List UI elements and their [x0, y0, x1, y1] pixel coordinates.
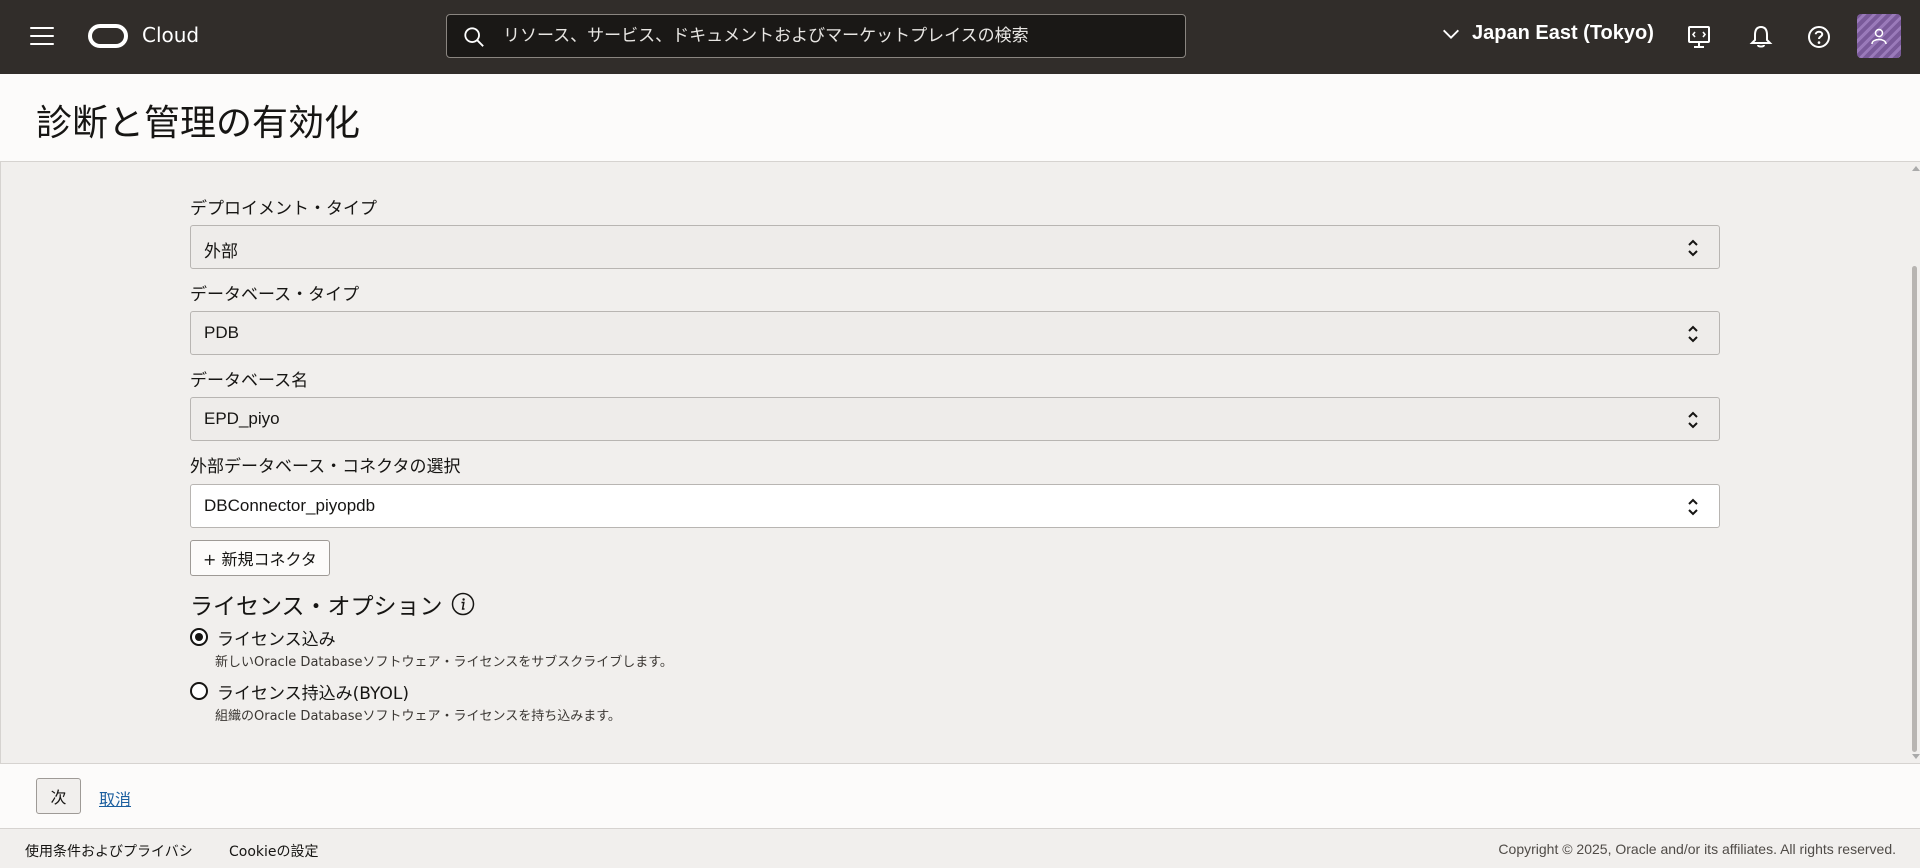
cookie-settings-link[interactable]: Cookieの設定: [229, 841, 319, 861]
database-name-value: EPD_piyo: [204, 409, 280, 428]
search-input[interactable]: [503, 15, 1173, 57]
scroll-up-icon[interactable]: [1912, 166, 1920, 171]
database-name-label: データベース名: [190, 371, 309, 391]
deployment-type-label: デプロイメント・タイプ: [190, 199, 377, 219]
user-icon: [1871, 28, 1887, 45]
chevron-up-down-icon: [1688, 239, 1698, 257]
brand-label[interactable]: Cloud: [142, 23, 199, 47]
form-actions: 次 取消: [0, 763, 1920, 828]
terms-privacy-link[interactable]: 使用条件およびプライバシ: [25, 841, 193, 861]
license-included-label[interactable]: ライセンス込み: [217, 625, 336, 650]
scroll-down-icon[interactable]: [1912, 754, 1920, 759]
hamburger-menu-icon[interactable]: [30, 27, 54, 47]
chevron-down-icon: [1443, 29, 1459, 39]
deployment-type-value: 外部: [204, 242, 238, 261]
connector-value: DBConnector_piyopdb: [204, 496, 376, 515]
notification-bell-icon[interactable]: [1748, 24, 1774, 50]
cloud-shell-icon[interactable]: [1686, 24, 1712, 50]
vertical-scrollbar[interactable]: [1909, 162, 1920, 763]
byol-radio[interactable]: [190, 682, 208, 700]
database-type-value: PDB: [204, 323, 239, 342]
page-header: 診断と管理の有効化: [0, 74, 1920, 162]
database-type-select[interactable]: PDB: [190, 311, 1720, 355]
byol-description: 組織のOracle Databaseソフトウェア・ライセンスを持ち込みます。: [215, 709, 621, 724]
form-panel: デプロイメント・タイプ 外部 データベース・タイプ PDB データベース名 EP…: [0, 162, 1920, 763]
search-bar[interactable]: [446, 14, 1186, 58]
help-icon[interactable]: [1806, 24, 1832, 50]
top-navigation-bar: Cloud Japan East (Tokyo): [0, 0, 1920, 74]
connector-select[interactable]: DBConnector_piyopdb: [190, 484, 1720, 528]
scrollbar-thumb[interactable]: [1912, 266, 1917, 752]
deployment-type-select[interactable]: 外部: [190, 225, 1720, 269]
user-avatar[interactable]: [1857, 14, 1901, 58]
search-icon: [464, 27, 484, 47]
database-name-select[interactable]: EPD_piyo: [190, 397, 1720, 441]
connector-label: 外部データベース・コネクタの選択: [190, 457, 461, 477]
license-included-description: 新しいOracle Databaseソフトウェア・ライセンスをサブスクライブしま…: [215, 655, 673, 670]
license-included-radio[interactable]: [190, 628, 208, 646]
chevron-up-down-icon: [1688, 325, 1698, 343]
cancel-link[interactable]: 取消: [99, 786, 131, 810]
chevron-up-down-icon: [1688, 411, 1698, 429]
region-selector[interactable]: Japan East (Tokyo): [1440, 22, 1654, 45]
new-connector-button[interactable]: + 新規コネクタ: [190, 540, 330, 576]
byol-label[interactable]: ライセンス持込み(BYOL): [217, 679, 409, 704]
next-button[interactable]: 次: [36, 778, 81, 814]
region-label: Japan East (Tokyo): [1472, 22, 1654, 44]
oracle-logo-icon[interactable]: [88, 24, 128, 48]
page-title: 診断と管理の有効化: [36, 103, 361, 144]
page-footer: 使用条件およびプライバシ Cookieの設定 Copyright © 2025,…: [0, 828, 1920, 868]
database-type-label: データベース・タイプ: [190, 285, 360, 305]
copyright-text: Copyright © 2025, Oracle and/or its affi…: [1498, 841, 1896, 857]
info-icon[interactable]: [451, 592, 475, 616]
chevron-up-down-icon: [1688, 498, 1698, 516]
license-options-title: ライセンス・オプション: [190, 594, 443, 620]
